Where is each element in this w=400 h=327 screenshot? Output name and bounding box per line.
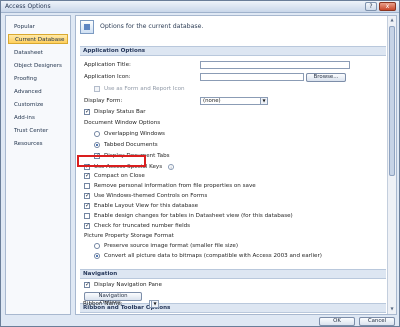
scroll-down-icon[interactable]: ▼	[388, 305, 396, 313]
sidebar-item-current-database[interactable]: Current Database	[8, 34, 68, 44]
use-as-form-icon-checkbox[interactable]	[94, 86, 100, 92]
display-form-select[interactable]: (none) ▼	[200, 97, 268, 105]
display-status-bar-label: Display Status Bar	[94, 109, 146, 115]
section-ribbon-toolbar-options: Ribbon and Toolbar Options	[80, 303, 386, 313]
overlapping-windows-label: Overlapping Windows	[104, 131, 165, 137]
check-truncated-number-fields-checkbox[interactable]	[84, 222, 90, 229]
chevron-down-icon: ▼	[260, 98, 267, 104]
application-title-label: Application Title:	[84, 62, 131, 68]
display-form-label: Display Form:	[84, 98, 123, 104]
access-options-window: Access Options ? x Popular Current Datab…	[0, 0, 400, 327]
application-title-input[interactable]	[200, 61, 350, 69]
scroll-up-icon[interactable]: ▲	[388, 16, 396, 24]
options-sidebar: Popular Current Database Datasheet Objec…	[5, 15, 71, 315]
sidebar-item-trust-center[interactable]: Trust Center	[8, 126, 68, 136]
vertical-scrollbar[interactable]: ▲ ▼	[387, 16, 396, 314]
display-navigation-pane-label: Display Navigation Pane	[94, 282, 162, 288]
section-navigation: Navigation	[80, 269, 386, 279]
check-truncated-number-fields-label: Check for truncated number fields	[94, 223, 191, 229]
info-icon: i	[168, 164, 174, 170]
enable-layout-view-label: Enable Layout View for this database	[94, 203, 199, 209]
ribbon-name-select[interactable]: ▼	[149, 300, 159, 308]
window-title: Access Options	[5, 3, 51, 10]
ok-button[interactable]: OK	[319, 317, 355, 326]
scrollbar-thumb[interactable]	[389, 26, 395, 176]
display-navigation-pane-checkbox[interactable]	[84, 281, 90, 288]
use-as-form-icon-label: Use as Form and Report Icon	[104, 86, 185, 92]
application-icon-label: Application Icon:	[84, 74, 131, 80]
sidebar-item-datasheet[interactable]: Datasheet	[8, 48, 68, 58]
sidebar-item-resources[interactable]: Resources	[8, 139, 68, 149]
database-options-icon	[80, 20, 94, 34]
picture-storage-format-label: Picture Property Storage Format	[84, 233, 174, 239]
remove-personal-info-label: Remove personal information from file pr…	[94, 183, 256, 189]
overlapping-windows-radio[interactable]	[94, 131, 100, 137]
document-window-options-label: Document Window Options	[84, 120, 161, 126]
preserve-source-image-label: Preserve source image format (smaller fi…	[104, 243, 239, 249]
sidebar-item-customize[interactable]: Customize	[8, 100, 68, 110]
application-icon-input[interactable]	[200, 73, 304, 81]
ribbon-name-chevron-icon: ▼	[151, 301, 158, 307]
compact-on-close-checkbox[interactable]	[84, 172, 90, 179]
enable-layout-view-checkbox[interactable]	[84, 202, 90, 209]
cancel-button[interactable]: Cancel	[359, 317, 395, 326]
compact-on-close-label: Compact on Close	[94, 173, 145, 179]
preserve-source-image-radio[interactable]	[94, 243, 100, 249]
navigation-options-button[interactable]: Navigation Options...	[84, 292, 142, 306]
display-status-bar-checkbox[interactable]	[84, 108, 90, 115]
section-application-options: Application Options	[80, 46, 386, 56]
browse-button[interactable]: Browse...	[306, 73, 346, 82]
enable-design-changes-checkbox[interactable]	[84, 213, 90, 219]
convert-to-bitmaps-radio[interactable]	[94, 253, 100, 259]
use-windows-themed-controls-checkbox[interactable]	[84, 192, 90, 199]
sidebar-item-proofing[interactable]: Proofing	[8, 74, 68, 84]
tabbed-documents-radio[interactable]	[94, 142, 100, 148]
sidebar-item-popular[interactable]: Popular	[8, 22, 68, 32]
display-form-value: (none)	[203, 98, 221, 104]
compact-on-close-highlight	[77, 155, 146, 167]
enable-design-changes-label: Enable design changes for tables in Data…	[94, 213, 293, 219]
close-button[interactable]: x	[379, 2, 396, 11]
sidebar-item-add-ins[interactable]: Add-ins	[8, 113, 68, 123]
use-windows-themed-controls-label: Use Windows-themed Controls on Forms	[94, 193, 208, 199]
sidebar-item-advanced[interactable]: Advanced	[8, 87, 68, 97]
tabbed-documents-label: Tabbed Documents	[104, 142, 158, 148]
panel-header-text: Options for the current database.	[100, 23, 204, 30]
ribbon-name-label: Ribbon Name:	[83, 301, 123, 307]
help-button[interactable]: ?	[365, 2, 377, 11]
convert-to-bitmaps-label: Convert all picture data to bitmaps (com…	[104, 253, 322, 259]
remove-personal-info-checkbox[interactable]	[84, 183, 90, 189]
sidebar-item-object-designers[interactable]: Object Designers	[8, 61, 68, 71]
title-bar: Access Options ? x	[1, 1, 399, 13]
